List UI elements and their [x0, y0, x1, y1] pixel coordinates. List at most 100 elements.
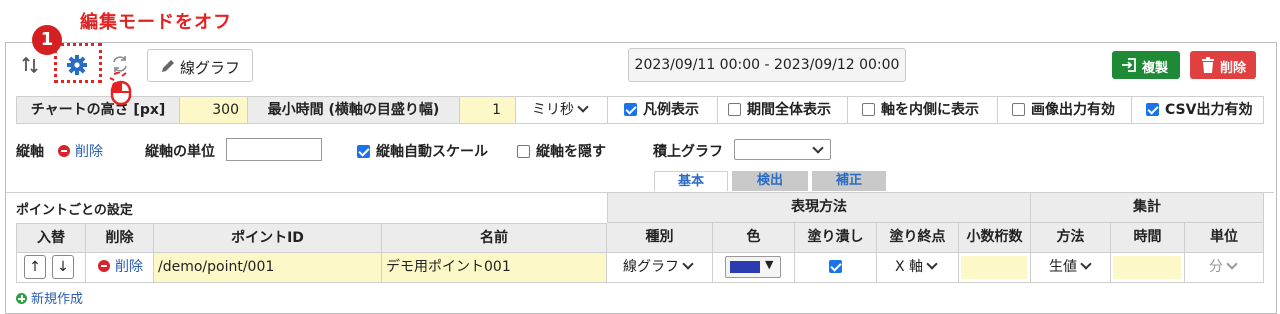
chevron-down-icon [682, 258, 694, 270]
min-time-unit-value: ミリ秒 [532, 102, 574, 118]
method-value: 生値 [1049, 259, 1077, 275]
time-cell [1111, 253, 1185, 283]
annotation-title: 編集モードをオフ [80, 12, 232, 33]
time-input[interactable] [1113, 256, 1181, 279]
date-range[interactable]: 2023/09/11 00:00 - 2023/09/12 00:00 [628, 48, 906, 82]
axis-delete-text: 削除 [75, 144, 103, 160]
chevron-down-icon [1226, 258, 1238, 270]
tab-correct[interactable]: 補正 [812, 171, 886, 191]
header-name: 名前 [382, 223, 607, 253]
color-picker[interactable]: ▼ [725, 256, 781, 278]
sort-arrows-icon[interactable] [20, 56, 42, 74]
point-name-input[interactable]: デモ用ポイント001 [382, 253, 607, 283]
period-all-label: 期間全体表示 [747, 102, 831, 118]
new-point-link[interactable]: 新規作成 [16, 288, 83, 307]
legend-label: 凡例表示 [643, 102, 699, 118]
fill-cell [795, 253, 877, 283]
header-time: 時間 [1111, 223, 1185, 253]
new-point-text: 新規作成 [31, 292, 84, 307]
caret-down-icon: ▼ [765, 258, 774, 271]
period-all-check[interactable] [728, 103, 741, 116]
fill-checkbox[interactable] [829, 260, 842, 273]
chevron-down-icon [577, 101, 589, 113]
header-swap: 入替 [16, 223, 86, 253]
axis-unit-label: 縦軸の単位 [145, 144, 215, 160]
chart-height-input[interactable]: 300 [180, 96, 248, 124]
autoscale-check[interactable] [357, 145, 370, 158]
point-id-input[interactable]: /demo/point/001 [154, 253, 382, 283]
stack-graph-label: 積上グラフ [653, 144, 723, 160]
csv-output-check[interactable] [1146, 103, 1159, 116]
type-select[interactable]: 線グラフ [607, 253, 713, 283]
fill-end-select[interactable]: X 軸 [877, 253, 959, 283]
trash-icon [1202, 57, 1214, 73]
delete-button[interactable]: 削除 [1190, 51, 1256, 79]
header-fill: 塗り潰し [795, 223, 877, 253]
header-unit: 単位 [1185, 223, 1264, 253]
graph-type-button[interactable]: 線グラフ [147, 49, 253, 82]
header-type: 種別 [607, 223, 713, 253]
min-time-label: 最小時間 (横軸の目盛り幅) [248, 96, 460, 124]
unit-value: 分 [1209, 259, 1223, 275]
move-down-button[interactable]: ↓ [52, 255, 74, 279]
hide-axis-check[interactable] [517, 145, 530, 158]
graph-type-label: 線グラフ [180, 59, 241, 77]
unit-select[interactable]: 分 [1185, 253, 1264, 283]
image-output-check[interactable] [1012, 103, 1025, 116]
decimals-cell [959, 253, 1031, 283]
axis-inside-checkbox[interactable]: 軸を内側に表示 [848, 96, 998, 124]
row-delete-link[interactable]: 削除 [86, 253, 154, 283]
tab-detect[interactable]: 検出 [732, 171, 808, 191]
hide-axis-label: 縦軸を隠す [536, 144, 606, 160]
fill-end-value: X 軸 [895, 259, 924, 275]
copy-button[interactable]: 複製 [1112, 51, 1180, 79]
copy-button-label: 複製 [1142, 61, 1169, 76]
image-output-label: 画像出力有効 [1031, 102, 1115, 118]
minus-circle-icon [98, 260, 110, 272]
method-select[interactable]: 生値 [1031, 253, 1111, 283]
delete-button-label: 削除 [1220, 61, 1247, 76]
autoscale-label: 縦軸自動スケール [376, 144, 488, 160]
header-method: 方法 [1031, 223, 1111, 253]
min-time-unit-select[interactable]: ミリ秒 [516, 96, 608, 124]
image-output-checkbox[interactable]: 画像出力有効 [998, 96, 1132, 124]
chevron-down-icon [926, 258, 938, 270]
csv-output-checkbox[interactable]: CSV出力有効 [1132, 96, 1264, 124]
type-value: 線グラフ [623, 259, 679, 275]
color-swatch [730, 261, 760, 273]
stack-graph-select[interactable] [734, 139, 831, 160]
legend-check[interactable] [624, 103, 637, 116]
move-up-button[interactable]: ↑ [24, 255, 46, 279]
header-delete: 削除 [86, 223, 154, 253]
chevron-down-icon [1080, 258, 1092, 270]
group-header-expression: 表現方法 [607, 193, 1031, 223]
header-color: 色 [713, 223, 795, 253]
step-badge: 1 [32, 25, 62, 55]
decimals-input[interactable] [961, 256, 1027, 279]
header-decimals: 小数桁数 [959, 223, 1031, 253]
min-time-input[interactable]: 1 [460, 96, 516, 124]
legend-checkbox[interactable]: 凡例表示 [608, 96, 718, 124]
highlight-box [54, 43, 102, 83]
minus-circle-icon [58, 145, 70, 157]
axis-label: 縦軸 [16, 144, 44, 160]
axis-inside-label: 軸を内側に表示 [881, 102, 979, 118]
axis-delete-link[interactable]: 削除 [58, 141, 103, 161]
autoscale-checkbox[interactable]: 縦軸自動スケール [357, 141, 488, 161]
hide-axis-checkbox[interactable]: 縦軸を隠す [517, 141, 606, 161]
header-fill-end: 塗り終点 [877, 223, 959, 253]
mouse-cursor-icon [108, 71, 134, 106]
row-delete-text: 削除 [115, 259, 143, 275]
period-all-checkbox[interactable]: 期間全体表示 [718, 96, 848, 124]
plus-circle-icon [16, 293, 27, 304]
tab-basic[interactable]: 基本 [654, 171, 728, 191]
axis-inside-check[interactable] [862, 103, 875, 116]
csv-output-label: CSV出力有効 [1165, 102, 1253, 118]
refresh-icon[interactable] [110, 54, 130, 74]
axis-unit-input[interactable] [226, 138, 322, 161]
section-title: ポイントごとの設定 [16, 203, 133, 218]
chevron-down-icon [812, 142, 824, 154]
pencil-icon [162, 60, 174, 72]
sign-in-icon [1122, 58, 1136, 72]
group-header-aggregate: 集計 [1031, 193, 1264, 223]
